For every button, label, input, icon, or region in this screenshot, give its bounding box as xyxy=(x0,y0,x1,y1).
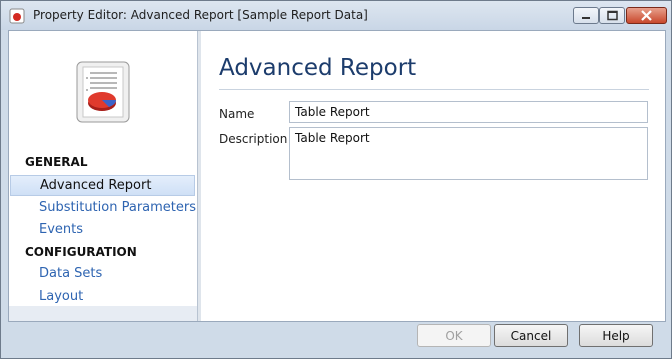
description-field[interactable]: Table Report xyxy=(289,127,648,180)
dialog-footer: OK Cancel Help xyxy=(1,320,671,358)
page-title: Advanced Report xyxy=(219,55,417,81)
sidebar-item-layout[interactable]: Layout xyxy=(39,289,83,304)
cancel-button[interactable]: Cancel xyxy=(494,324,568,347)
ok-button[interactable]: OK xyxy=(417,324,491,347)
report-app-icon xyxy=(9,8,25,24)
maximize-button[interactable] xyxy=(599,7,625,24)
close-button[interactable] xyxy=(626,7,667,24)
name-label: Name xyxy=(219,107,255,121)
sidebar-item-events[interactable]: Events xyxy=(39,222,83,237)
sidebar: GENERAL Advanced Report Substitution Par… xyxy=(9,31,197,321)
property-editor-window: Property Editor: Advanced Report [Sample… xyxy=(0,0,672,359)
title-divider xyxy=(219,89,649,90)
section-heading-general: GENERAL xyxy=(25,155,88,169)
section-heading-configuration: CONFIGURATION xyxy=(25,245,137,259)
name-field[interactable]: Table Report xyxy=(289,101,648,123)
sidebar-item-data-sets[interactable]: Data Sets xyxy=(39,266,102,281)
description-label: Description xyxy=(219,132,288,146)
title-bar[interactable]: Property Editor: Advanced Report [Sample… xyxy=(1,1,671,30)
dialog-client-area: GENERAL Advanced Report Substitution Par… xyxy=(8,30,666,322)
report-document-icon xyxy=(76,61,130,123)
window-title: Property Editor: Advanced Report [Sample… xyxy=(33,8,368,22)
maximize-icon xyxy=(607,10,618,21)
sidebar-item-advanced-report[interactable]: Advanced Report xyxy=(10,175,195,196)
sidebar-item-substitution-parameters[interactable]: Substitution Parameters xyxy=(39,200,196,215)
close-icon xyxy=(641,10,652,21)
minimize-button[interactable] xyxy=(573,7,599,24)
minimize-icon xyxy=(582,17,590,19)
help-button[interactable]: Help xyxy=(579,324,653,347)
main-panel: Advanced Report Name Table Report Descri… xyxy=(201,31,665,321)
sidebar-item-label: Advanced Report xyxy=(40,178,152,193)
sidebar-footer-strip xyxy=(9,306,197,321)
